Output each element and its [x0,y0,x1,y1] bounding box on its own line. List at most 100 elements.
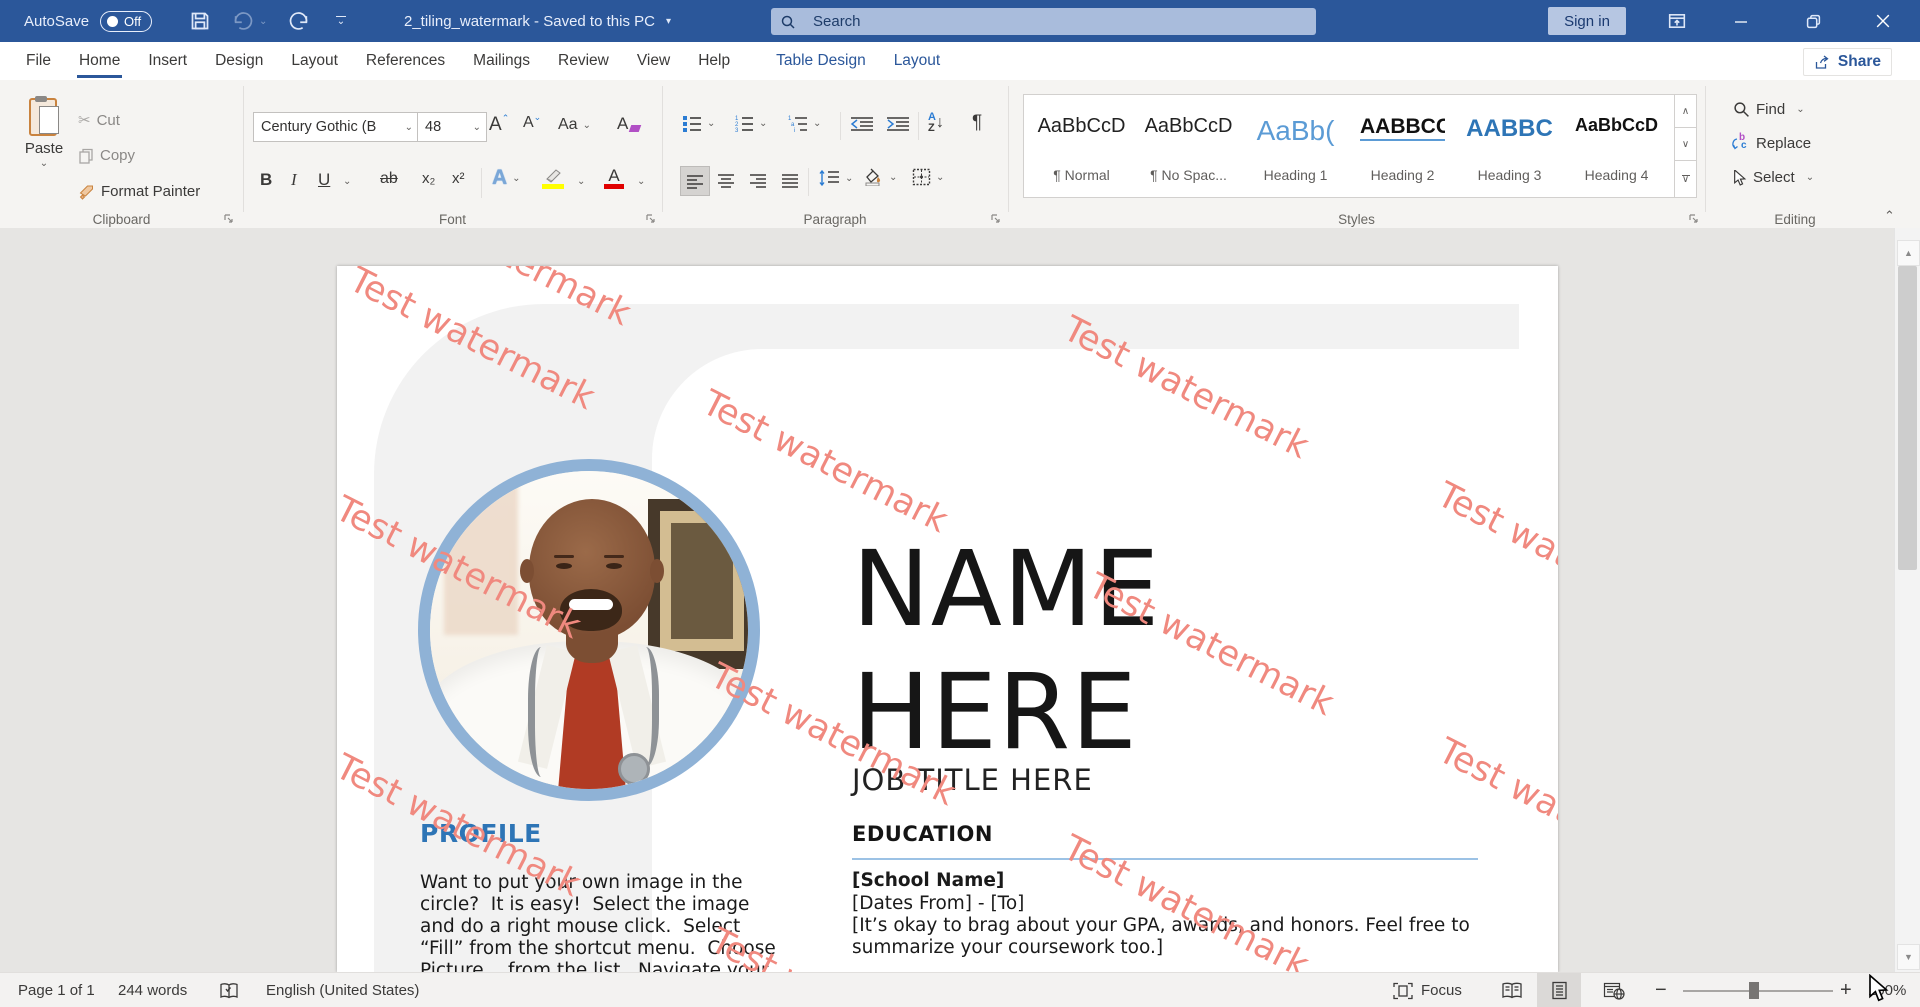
style-heading-3[interactable]: AABBC Heading 3 [1459,101,1560,189]
text-effects-button[interactable]: A ⌄ [492,166,526,190]
show-formatting-button[interactable]: ¶ [972,112,982,134]
tab-layout-contextual[interactable]: Layout [880,42,955,80]
font-color-button[interactable]: A [604,168,624,189]
customize-quick-access-button[interactable]: ⌄ [336,0,346,42]
paste-dropdown-icon[interactable]: ⌄ [35,158,53,169]
italic-button[interactable]: I [291,170,297,190]
search-input[interactable]: Search [771,8,1316,35]
borders-button[interactable]: ⌄ [912,168,949,186]
style-no-spacing[interactable]: AaBbCcD ¶ No Spac... [1138,101,1239,189]
line-spacing-button[interactable]: ⌄ [818,170,858,186]
font-name-dropdown-icon[interactable]: ⌄ [400,122,418,133]
profile-line[interactable]: Picture… from the list. Navigate your [420,960,768,972]
styles-scroll-up-button[interactable]: ∧ [1674,94,1697,129]
autosave-toggle[interactable]: Off [100,0,152,42]
find-dropdown-icon[interactable]: ⌄ [1791,104,1809,115]
web-layout-button[interactable] [1592,973,1636,1007]
name-heading[interactable]: NAME HERE [852,528,1160,774]
multilevel-list-button[interactable]: 1 a i ⌄ [788,114,826,132]
clipboard-dialog-launcher[interactable] [223,213,235,225]
borders-dropdown-icon[interactable]: ⌄ [931,172,949,183]
restore-button[interactable] [1790,0,1836,42]
style-heading-2[interactable]: AABBCC Heading 2 [1352,101,1453,189]
profile-line[interactable]: Want to put your own image in the [420,872,743,893]
subscript-button[interactable]: x₂ [422,170,435,187]
line-spacing-dropdown-icon[interactable]: ⌄ [840,173,858,184]
clear-formatting-button[interactable]: A [617,114,640,134]
replace-button[interactable]: b c Replace [1733,135,1811,152]
education-detail-line[interactable]: [It’s okay to brag about your GPA, award… [852,915,1470,936]
sign-in-button[interactable]: Sign in [1548,7,1626,35]
copy-button[interactable]: Copy [78,147,135,164]
tab-help[interactable]: Help [684,42,744,80]
grow-font-button[interactable]: A ⌃ [489,114,509,136]
scroll-up-button[interactable]: ▲ [1897,240,1920,266]
change-case-button[interactable]: Aa ⌄ [558,116,596,134]
print-layout-button[interactable] [1537,973,1581,1007]
select-button[interactable]: Select ⌄ [1733,169,1819,186]
styles-more-button[interactable]: ∨ [1674,160,1697,198]
profile-line[interactable]: “Fill” from the shortcut menu. Choose [420,938,776,959]
styles-dialog-launcher[interactable] [1688,213,1700,225]
find-button[interactable]: Find ⌄ [1733,101,1810,118]
minimize-button[interactable] [1718,0,1764,42]
bullets-button[interactable]: ⌄ [682,114,720,132]
read-mode-button[interactable] [1490,973,1534,1007]
superscript-button[interactable]: x² [452,170,465,187]
font-name-combo[interactable]: Century Gothic (B ⌄ [253,112,419,142]
share-button[interactable]: Share [1803,48,1892,76]
tab-file[interactable]: File [12,42,65,80]
style-normal[interactable]: AaBbCcD ¶ Normal [1031,101,1132,189]
tab-view[interactable]: View [623,42,684,80]
font-size-dropdown-icon[interactable]: ⌄ [468,122,486,133]
style-heading-4[interactable]: AaBbCcD Heading 4 [1566,101,1667,189]
ribbon-display-options-button[interactable] [1654,0,1700,42]
font-size-combo[interactable]: 48 ⌄ [417,112,487,142]
job-title[interactable]: JOB TITLE HERE [852,763,1093,797]
align-left-button[interactable] [680,166,710,196]
align-right-button[interactable] [744,166,772,194]
profile-heading[interactable]: PROFILE [420,819,542,848]
tab-review[interactable]: Review [544,42,623,80]
focus-button[interactable]: Focus [1393,973,1462,1007]
shading-dropdown-icon[interactable]: ⌄ [884,172,902,183]
text-effects-dropdown-icon[interactable]: ⌄ [507,173,525,184]
title-dropdown-icon[interactable]: ▾ [661,16,676,27]
education-detail-line[interactable]: summarize your coursework too.] [852,937,1163,958]
page-indicator[interactable]: Page 1 of 1 [18,973,95,1007]
profile-line[interactable]: circle? It is easy! Select the image [420,894,749,915]
tab-design[interactable]: Design [201,42,277,80]
profile-line[interactable]: and do a right mouse click. Select [420,916,740,937]
styles-scroll-down-button[interactable]: ∨ [1674,127,1697,162]
education-school[interactable]: [School Name] [852,870,1004,891]
numbering-button[interactable]: 1 2 3 ⌄ [734,114,772,132]
underline-button[interactable]: U [318,170,330,190]
strikethrough-button[interactable]: ab [380,170,398,188]
justify-button[interactable] [776,166,804,194]
close-button[interactable] [1860,0,1906,42]
underline-dropdown-icon[interactable]: ⌄ [338,176,356,187]
tab-mailings[interactable]: Mailings [459,42,544,80]
vertical-scrollbar[interactable]: ▲ ▼ [1894,228,1920,972]
shrink-font-button[interactable]: A ⌄ [523,114,541,132]
increase-indent-button[interactable] [886,116,910,132]
tab-home[interactable]: Home [65,42,134,80]
document-canvas[interactable]: NAME HERE JOB TITLE HERE EDUCATION [Scho… [0,228,1894,972]
style-heading-1[interactable]: AaBb( Heading 1 [1245,101,1346,189]
align-center-button[interactable] [712,166,740,194]
education-heading[interactable]: EDUCATION [852,822,993,846]
zoom-slider-handle[interactable] [1749,982,1759,999]
cut-button[interactable]: ✂ Cut [78,111,120,129]
tab-table-design[interactable]: Table Design [762,42,880,80]
scrollbar-thumb[interactable] [1898,266,1917,570]
tab-insert[interactable]: Insert [134,42,201,80]
tab-references[interactable]: References [352,42,459,80]
zoom-in-button[interactable]: + [1840,973,1852,1007]
shading-button[interactable]: ⌄ [862,168,902,186]
font-dialog-launcher[interactable] [645,213,657,225]
numbering-dropdown-icon[interactable]: ⌄ [754,118,772,129]
highlight-dropdown-icon[interactable]: ⌄ [572,176,590,187]
proofing-button[interactable] [218,973,240,1007]
zoom-out-button[interactable]: − [1655,973,1667,1007]
highlight-button[interactable] [542,168,564,189]
